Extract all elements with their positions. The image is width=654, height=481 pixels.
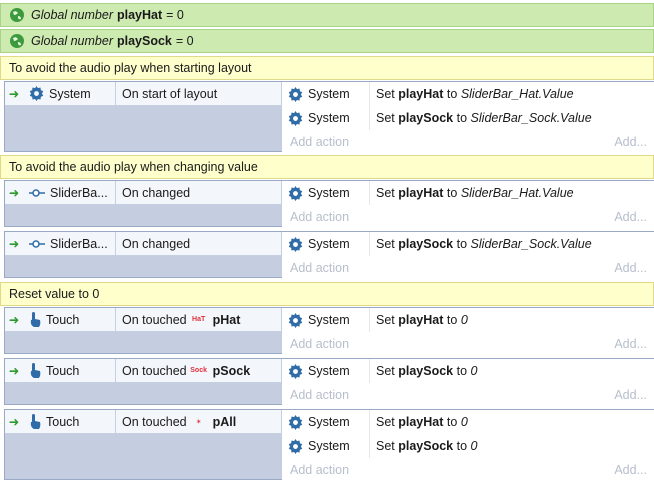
- add-action-link[interactable]: Add action: [282, 337, 357, 351]
- gear-icon: [288, 312, 303, 328]
- arrow-right-icon: ➜: [8, 186, 20, 200]
- globe-icon: [9, 33, 25, 49]
- event-block[interactable]: ➜ Touch On touched ✶ pAll System Set pla…: [4, 409, 654, 481]
- event-block[interactable]: ➜ System On start of layout System Set p…: [4, 81, 654, 153]
- action-text: Set playSock to 0: [376, 364, 478, 378]
- action-row[interactable]: System Set playHat to 0: [282, 410, 654, 435]
- arrow-right-icon: ➜: [8, 313, 20, 327]
- action-row[interactable]: System Set playSock to SliderBar_Sock.Va…: [282, 232, 654, 257]
- gear-icon: [288, 110, 303, 126]
- event-block[interactable]: ➜ Touch On touched Sock pSock System Set…: [4, 358, 654, 406]
- arrow-right-icon: ➜: [8, 364, 20, 378]
- add-action-link[interactable]: Add action: [282, 261, 357, 275]
- add-action-link[interactable]: Add action: [282, 135, 357, 149]
- condition-object: SliderBa...: [50, 185, 108, 200]
- condition-row[interactable]: ➜ Touch On touched ✶ pAll: [5, 410, 281, 434]
- gear-icon: [29, 86, 44, 101]
- action-text: Set playSock to SliderBar_Sock.Value: [376, 237, 592, 251]
- gear-icon: [288, 185, 303, 201]
- condition-text: On changed: [122, 185, 191, 200]
- add-link[interactable]: Add...: [606, 337, 654, 351]
- condition-object: Touch: [46, 414, 80, 429]
- add-link[interactable]: Add...: [606, 261, 654, 275]
- condition-target: pHat: [212, 312, 241, 327]
- action-row[interactable]: System Set playHat to 0: [282, 308, 654, 333]
- touch-hand-icon: [29, 362, 41, 379]
- gear-icon: [288, 438, 303, 454]
- event-sheet: Global number playHat = 0 Global number …: [0, 0, 654, 481]
- slider-icon: [29, 188, 45, 198]
- condition-row[interactable]: ➜ Touch On touched HaT pHat: [5, 308, 281, 332]
- action-row[interactable]: System Set playHat to SliderBar_Hat.Valu…: [282, 82, 654, 107]
- globe-icon: [9, 7, 25, 23]
- arrow-right-icon: ➜: [8, 87, 20, 101]
- add-link[interactable]: Add...: [606, 210, 654, 224]
- condition-text: On touched: [122, 312, 187, 327]
- action-text: Set playSock to 0: [376, 439, 478, 453]
- condition-target: pSock: [212, 363, 251, 378]
- action-text: Set playHat to 0: [376, 313, 468, 327]
- condition-object: Touch: [46, 363, 80, 378]
- action-text: Set playHat to 0: [376, 415, 468, 429]
- add-link[interactable]: Add...: [606, 135, 654, 149]
- event-block[interactable]: ➜ SliderBa... On changed System Set play…: [4, 231, 654, 279]
- action-text: Set playHat to SliderBar_Hat.Value: [376, 87, 574, 101]
- gear-icon: [288, 236, 303, 252]
- condition-row[interactable]: ➜ Touch On touched Sock pSock: [5, 359, 281, 383]
- condition-text: On start of layout: [122, 86, 218, 101]
- sprite-thumbnail: ✶: [195, 418, 202, 426]
- condition-text: On changed: [122, 236, 191, 251]
- add-action-link[interactable]: Add action: [282, 388, 357, 402]
- action-row[interactable]: System Set playSock to SliderBar_Sock.Va…: [282, 106, 654, 131]
- gear-icon: [288, 363, 303, 379]
- arrow-right-icon: ➜: [8, 415, 20, 429]
- gear-icon: [288, 414, 303, 430]
- arrow-right-icon: ➜: [8, 237, 20, 251]
- add-action-link[interactable]: Add action: [282, 210, 357, 224]
- condition-text: On touched: [122, 414, 187, 429]
- global-variable-playsock[interactable]: Global number playSock = 0: [0, 29, 654, 53]
- add-link[interactable]: Add...: [606, 463, 654, 477]
- action-text: Set playHat to SliderBar_Hat.Value: [376, 186, 574, 200]
- action-text: Set playSock to SliderBar_Sock.Value: [376, 111, 592, 125]
- comment-row[interactable]: Reset value to 0: [0, 282, 654, 306]
- condition-object: Touch: [46, 312, 80, 327]
- event-block[interactable]: ➜ SliderBa... On changed System Set play…: [4, 180, 654, 228]
- comment-row[interactable]: To avoid the audio play when changing va…: [0, 155, 654, 179]
- condition-target: pAll: [212, 414, 237, 429]
- global-variable-playhat[interactable]: Global number playHat = 0: [0, 3, 654, 27]
- add-link[interactable]: Add...: [606, 388, 654, 402]
- condition-object: System: [49, 86, 91, 101]
- condition-row[interactable]: ➜ System On start of layout: [5, 82, 281, 106]
- touch-hand-icon: [29, 311, 41, 328]
- action-row[interactable]: System Set playSock to 0: [282, 434, 654, 459]
- action-row[interactable]: System Set playHat to SliderBar_Hat.Valu…: [282, 181, 654, 206]
- sprite-thumbnail: HaT: [192, 316, 206, 323]
- slider-icon: [29, 239, 45, 249]
- action-row[interactable]: System Set playSock to 0: [282, 359, 654, 384]
- sprite-thumbnail: Sock: [190, 367, 207, 374]
- condition-object: SliderBa...: [50, 236, 108, 251]
- comment-row[interactable]: To avoid the audio play when starting la…: [0, 56, 654, 80]
- event-block[interactable]: ➜ Touch On touched HaT pHat System Set p…: [4, 307, 654, 355]
- gear-icon: [288, 86, 303, 102]
- condition-row[interactable]: ➜ SliderBa... On changed: [5, 181, 281, 205]
- touch-hand-icon: [29, 413, 41, 430]
- condition-row[interactable]: ➜ SliderBa... On changed: [5, 232, 281, 256]
- condition-text: On touched: [122, 363, 187, 378]
- add-action-link[interactable]: Add action: [282, 463, 357, 477]
